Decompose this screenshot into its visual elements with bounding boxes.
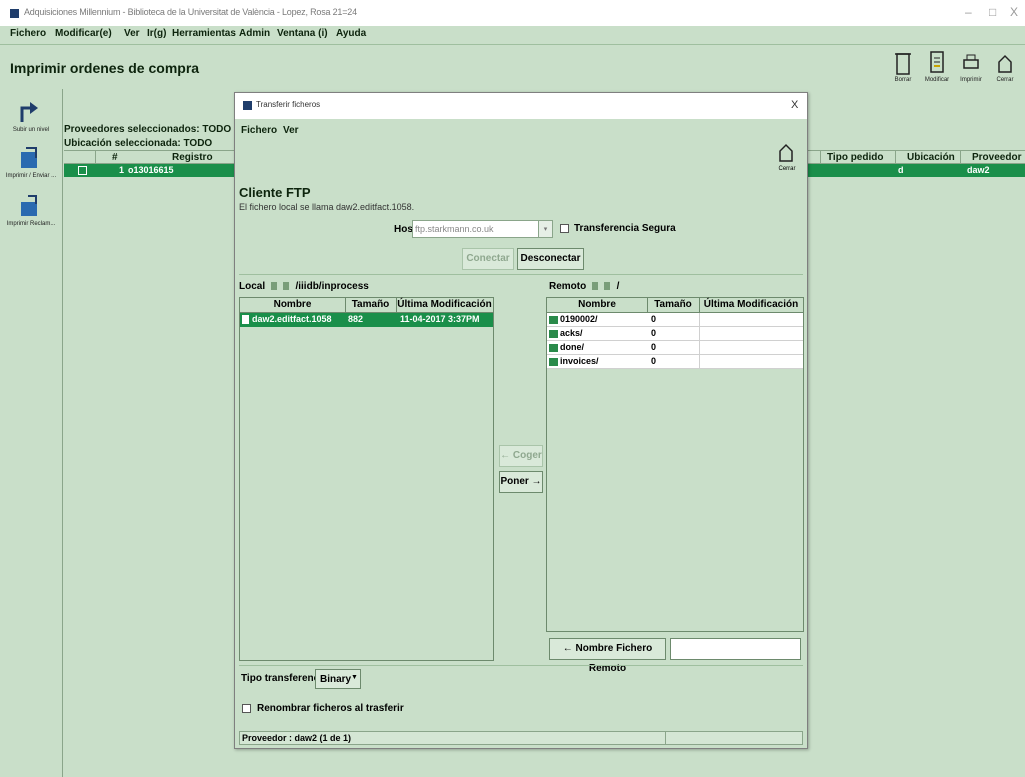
print-claim-icon	[21, 195, 37, 216]
menu-herramientas[interactable]: Herramientas	[172, 28, 236, 39]
col-divider	[820, 150, 821, 164]
folder-icon	[549, 358, 558, 366]
col-divider	[895, 150, 896, 164]
col-tipo-pedido: Tipo pedido	[827, 152, 884, 163]
host-input[interactable]: ftp.starkmann.co.uk	[412, 220, 550, 238]
folder-icon	[549, 344, 558, 352]
trash-icon	[895, 53, 911, 75]
sidebar-print-claim[interactable]: Imprimir Reclam...	[2, 190, 60, 234]
list-item[interactable]: daw2.editfact.1058 882 11-04-2017 3:37PM	[240, 313, 493, 327]
page-title: Imprimir ordenes de compra	[10, 60, 200, 76]
folder-up-icon[interactable]	[270, 282, 277, 291]
col-ubicacion: Ubicación	[907, 152, 955, 163]
dialog-menu-ver[interactable]: Ver	[283, 125, 299, 136]
close-button[interactable]: Cerrar	[988, 48, 1022, 88]
local-file-list[interactable]: Nombre Tamaño Última Modificación daw2.e…	[239, 297, 494, 661]
folder-icon	[549, 316, 558, 324]
secure-transfer-label: Transferencia Segura	[574, 223, 676, 234]
edit-icon	[930, 51, 944, 73]
menubar: Fichero Modificar(e) Ver Ir(g) Herramien…	[0, 26, 1025, 43]
ftp-dialog: Transferir ficheros X Fichero Ver Cerrar…	[234, 92, 808, 749]
list-item[interactable]: invoices/ 0	[547, 355, 803, 369]
print-button[interactable]: Imprimir	[954, 48, 988, 88]
status-bar: Proveedor : daw2 (1 de 1)	[239, 731, 803, 745]
file-icon	[242, 315, 249, 324]
get-button[interactable]: ← Coger	[499, 445, 543, 467]
maximize-button[interactable]: □	[989, 5, 996, 19]
sidebar-up-level[interactable]: Subir un nivel	[2, 96, 60, 140]
list-item[interactable]: 0190002/ 0	[547, 313, 803, 327]
local-file-info: El fichero local se llama daw2.editfact.…	[239, 202, 415, 212]
col-proveedor: Proveedor	[972, 152, 1022, 163]
window-title: Adquisiciones Millennium - Biblioteca de…	[24, 7, 357, 17]
close-window-button[interactable]: X	[1010, 5, 1018, 19]
modify-button[interactable]: Modificar	[920, 48, 954, 88]
folder-icon	[549, 330, 558, 338]
rename-files-label: Renombrar ficheros al trasferir	[257, 703, 404, 714]
dialog-app-icon	[243, 101, 252, 110]
col-divider	[95, 150, 96, 164]
put-button[interactable]: Poner →	[499, 471, 543, 493]
local-list-header: Nombre Tamaño Última Modificación	[240, 298, 493, 313]
menu-fichero[interactable]: Fichero	[10, 28, 46, 39]
close-door-icon	[779, 143, 793, 162]
app-icon	[10, 9, 19, 18]
remote-list-header: Nombre Tamaño Última Modificación	[547, 298, 803, 313]
local-panel-label: Local /iiidb/inprocess	[239, 281, 369, 292]
host-dropdown-arrow[interactable]: ▾	[538, 220, 553, 238]
menu-modificar[interactable]: Modificar(e)	[55, 28, 112, 39]
row-checkbox[interactable]	[78, 166, 87, 175]
home-icon[interactable]	[603, 282, 610, 291]
remote-panel-label: Remoto /	[549, 281, 620, 292]
separator	[239, 665, 803, 666]
status-text: Proveedor : daw2 (1 de 1)	[242, 733, 352, 743]
ftp-client-heading: Cliente FTP	[239, 185, 311, 200]
up-level-icon	[20, 102, 38, 122]
dialog-title: Transferir ficheros	[256, 100, 321, 109]
menubar-separator	[0, 44, 1025, 45]
dialog-menu-fichero[interactable]: Fichero	[241, 125, 277, 136]
dialog-titlebar: Transferir ficheros X	[235, 93, 807, 119]
connect-button[interactable]: Conectar	[462, 248, 514, 270]
location-selected: Ubicación seleccionada: TODO	[64, 138, 213, 149]
separator	[239, 274, 803, 275]
sidebar-print-send[interactable]: Imprimir / Enviar ...	[2, 142, 60, 186]
menu-admin[interactable]: Admin	[239, 28, 270, 39]
chevron-down-icon: ▼	[351, 674, 358, 681]
folder-up-icon[interactable]	[592, 282, 599, 291]
disconnect-button[interactable]: Desconectar	[517, 248, 584, 270]
window-titlebar: Adquisiciones Millennium - Biblioteca de…	[0, 0, 1025, 26]
minimize-button[interactable]: –	[965, 5, 972, 19]
rename-files-checkbox[interactable]	[242, 704, 251, 713]
menu-ir[interactable]: Ir(g)	[147, 28, 166, 39]
remote-file-list[interactable]: Nombre Tamaño Última Modificación 019000…	[546, 297, 804, 632]
menu-ayuda[interactable]: Ayuda	[336, 28, 366, 39]
secure-transfer-checkbox[interactable]	[560, 224, 569, 233]
dialog-cerrar-button[interactable]: Cerrar	[772, 137, 802, 175]
col-number: #	[112, 152, 118, 163]
list-item[interactable]: acks/ 0	[547, 327, 803, 341]
sidebar-divider	[62, 89, 63, 777]
transfer-type-select[interactable]: Binary ▼	[315, 669, 361, 689]
col-divider	[960, 150, 961, 164]
menu-ver[interactable]: Ver	[124, 28, 140, 39]
dialog-close-button[interactable]: X	[791, 99, 798, 111]
list-item[interactable]: done/ 0	[547, 341, 803, 355]
col-registro: Registro	[172, 152, 213, 163]
close-door-icon	[998, 54, 1012, 73]
print-send-icon	[21, 147, 37, 168]
remote-filename-input[interactable]	[670, 638, 801, 660]
remote-filename-button[interactable]: ← Nombre Fichero Remoto	[549, 638, 666, 674]
delete-button[interactable]: Borrar	[886, 48, 920, 88]
menu-ventana[interactable]: Ventana (i)	[277, 28, 328, 39]
print-icon	[963, 54, 979, 69]
suppliers-selected: Proveedores seleccionados: TODO	[64, 124, 232, 135]
home-icon[interactable]	[282, 282, 289, 291]
